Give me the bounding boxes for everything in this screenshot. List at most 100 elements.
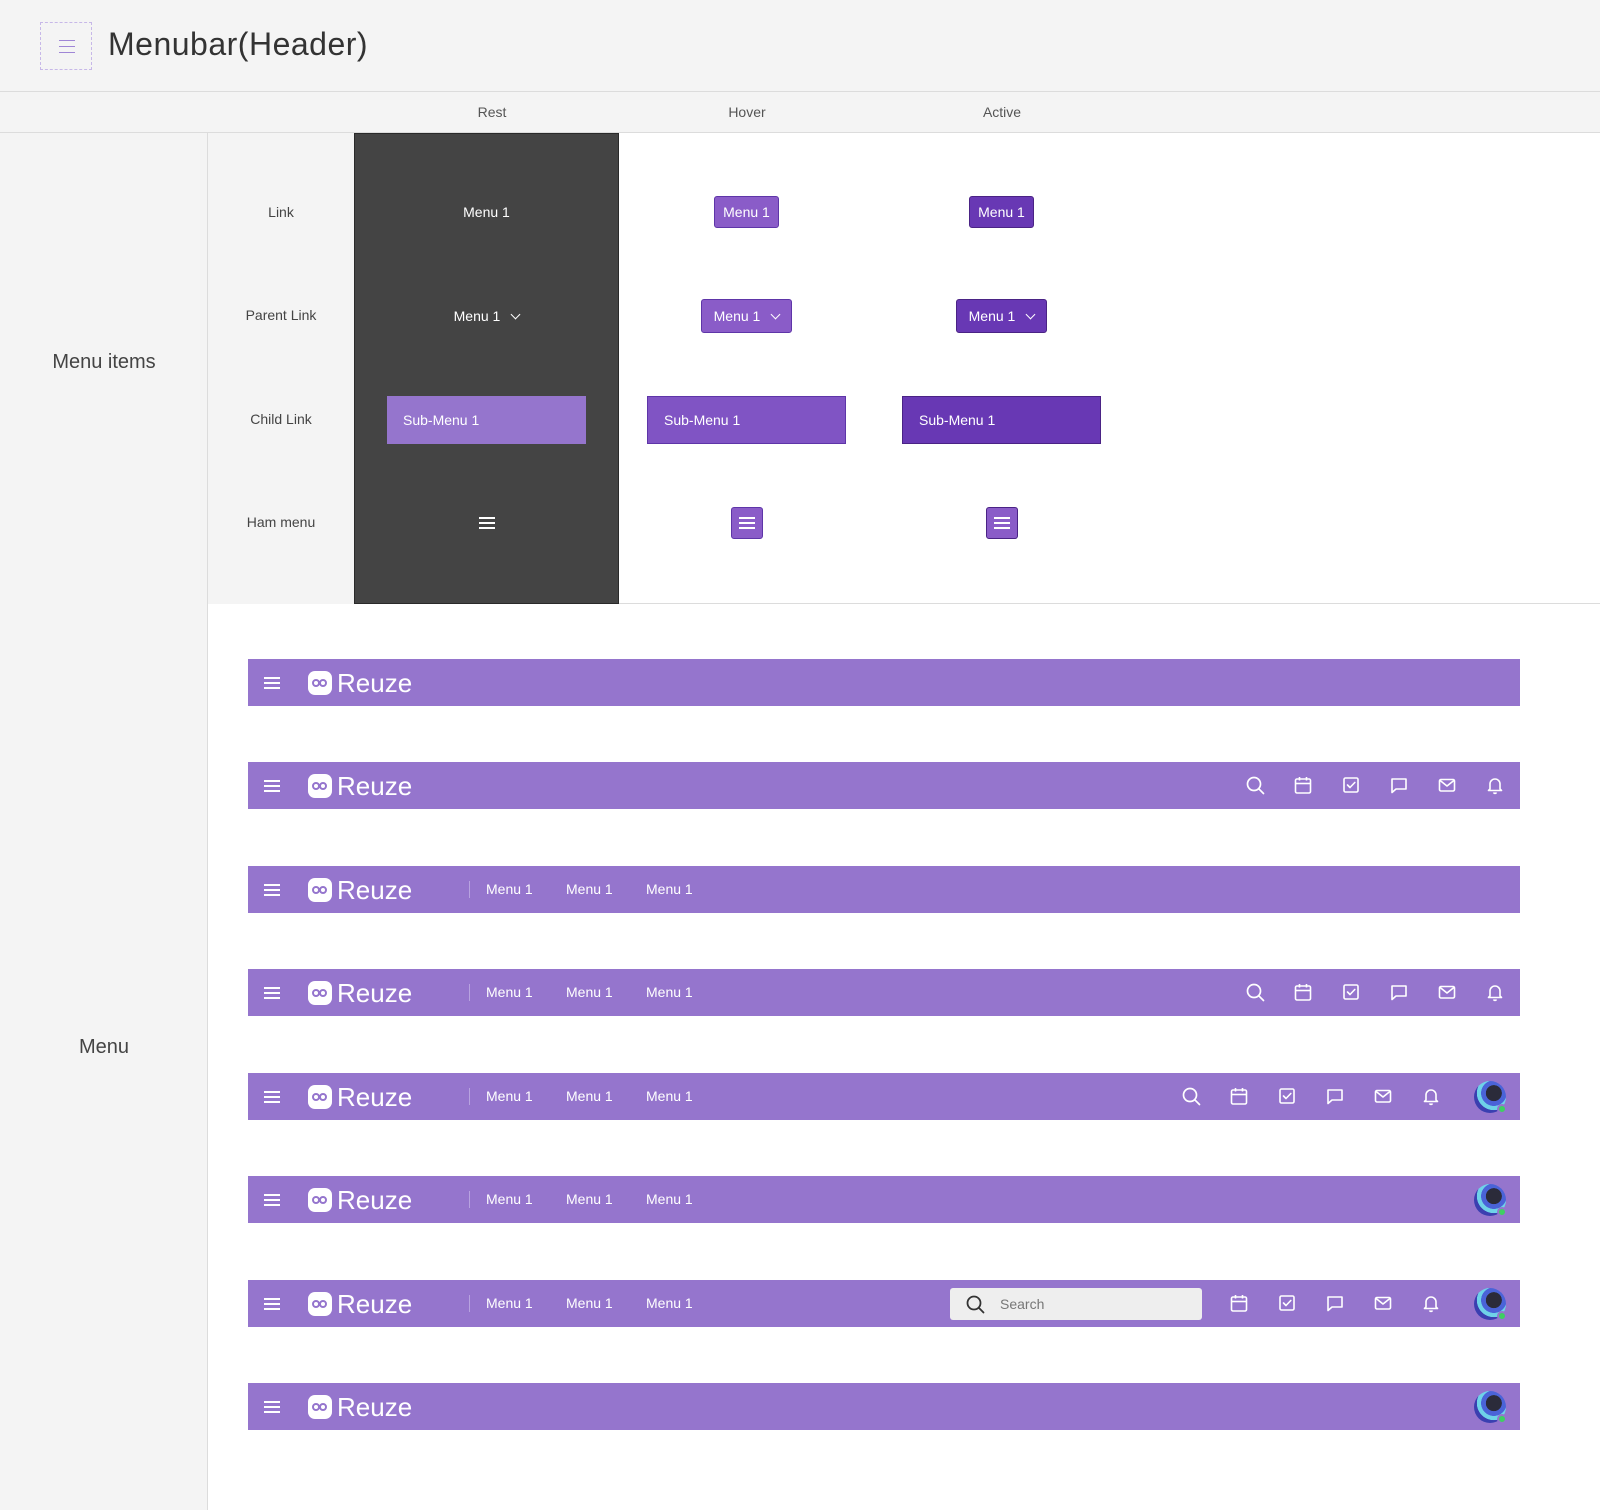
menubar-menu-item[interactable]: Menu 1 xyxy=(486,1191,533,1207)
reuze-logo-icon xyxy=(308,1188,332,1212)
menubar-menu-item[interactable]: Menu 1 xyxy=(486,881,533,897)
mail-icon[interactable] xyxy=(1436,981,1458,1003)
brand-logo[interactable]: Reuze xyxy=(308,773,412,799)
search-icon[interactable] xyxy=(1180,1085,1202,1107)
menubar-hamburger-button[interactable] xyxy=(264,884,280,896)
menubar-menu-item[interactable]: Menu 1 xyxy=(566,1088,613,1104)
menubar-menu-item[interactable]: Menu 1 xyxy=(646,984,693,1000)
brand-logo[interactable]: Reuze xyxy=(308,1394,412,1420)
search-icon xyxy=(966,1295,985,1314)
menubar-menu-item[interactable]: Menu 1 xyxy=(646,1191,693,1207)
menubar-menu-item[interactable]: Menu 1 xyxy=(566,1191,613,1207)
bell-icon[interactable] xyxy=(1484,774,1506,796)
menubar-menu-item[interactable]: Menu 1 xyxy=(566,1295,613,1311)
brand-logo[interactable]: Reuze xyxy=(308,877,412,903)
chat-icon[interactable] xyxy=(1388,981,1410,1003)
menubar-hamburger-button[interactable] xyxy=(264,987,280,999)
brand-logo[interactable]: Reuze xyxy=(308,1291,412,1317)
row-labels: Link Parent Link Child Link Ham menu xyxy=(208,133,354,604)
brand-name: Reuze xyxy=(337,978,413,1008)
brand-logo[interactable]: Reuze xyxy=(308,670,412,696)
task-check-icon[interactable] xyxy=(1276,1292,1298,1314)
menubar-hamburger-button[interactable] xyxy=(264,1298,280,1310)
task-check-icon[interactable] xyxy=(1340,981,1362,1003)
task-check-icon[interactable] xyxy=(1276,1085,1298,1107)
ham-menu-rest[interactable] xyxy=(471,507,503,539)
menubar-divider xyxy=(469,1295,470,1312)
mail-icon[interactable] xyxy=(1372,1292,1394,1314)
brand-name: Reuze xyxy=(337,1392,413,1422)
menubar-hamburger-button[interactable] xyxy=(264,780,280,792)
reuze-logo-icon xyxy=(308,1292,332,1316)
menubar-menu-item[interactable]: Menu 1 xyxy=(646,1088,693,1104)
menubar-menu-item[interactable]: Menu 1 xyxy=(646,881,693,897)
search-input[interactable] xyxy=(1000,1288,1190,1320)
user-avatar[interactable] xyxy=(1474,1391,1507,1424)
menubar-menu-item[interactable]: Menu 1 xyxy=(486,1295,533,1311)
hamburger-icon xyxy=(264,1298,280,1310)
search-icon[interactable] xyxy=(1244,774,1266,796)
menu-label-panel: Menu xyxy=(0,604,208,1510)
state-column-header: Rest Hover Active xyxy=(0,92,1600,133)
online-status-indicator xyxy=(1497,1207,1507,1217)
brand-logo[interactable]: Reuze xyxy=(308,980,412,1006)
menubar-menu-item[interactable]: Menu 1 xyxy=(566,881,613,897)
brand-name: Reuze xyxy=(337,1082,413,1112)
chat-icon[interactable] xyxy=(1324,1292,1346,1314)
calendar-icon[interactable] xyxy=(1292,981,1314,1003)
user-avatar[interactable] xyxy=(1474,1288,1507,1321)
parent-link-active[interactable]: Menu 1 xyxy=(955,299,1048,333)
hamburger-icon xyxy=(264,1091,280,1103)
child-link-active[interactable]: Sub-Menu 1 xyxy=(902,396,1101,444)
brand-logo[interactable]: Reuze xyxy=(308,1187,412,1213)
reuze-logo-icon xyxy=(308,1395,332,1419)
parent-link-label: Menu 1 xyxy=(968,308,1016,324)
brand-name: Reuze xyxy=(337,771,413,801)
menubar-menu-item[interactable]: Menu 1 xyxy=(486,1088,533,1104)
column-active: Active xyxy=(982,104,1022,120)
chevron-down-icon xyxy=(510,309,521,319)
mail-icon[interactable] xyxy=(1372,1085,1394,1107)
calendar-icon[interactable] xyxy=(1228,1292,1250,1314)
link-rest[interactable]: Menu 1 xyxy=(455,196,518,228)
menubar-variant-6: Reuze Menu 1 Menu 1 Menu 1 xyxy=(248,1176,1520,1223)
ham-menu-active[interactable] xyxy=(985,507,1018,539)
ham-menu-hover[interactable] xyxy=(730,507,763,539)
menubar-hamburger-button[interactable] xyxy=(264,677,280,689)
menubar-hamburger-button[interactable] xyxy=(264,1091,280,1103)
brand-name: Reuze xyxy=(337,875,413,905)
menubar-divider xyxy=(469,881,470,898)
user-avatar[interactable] xyxy=(1474,1184,1507,1217)
menubar-divider xyxy=(469,1191,470,1208)
user-avatar[interactable] xyxy=(1474,1081,1507,1114)
reuze-logo-icon xyxy=(308,981,332,1005)
mail-icon[interactable] xyxy=(1436,774,1458,796)
brand-logo[interactable]: Reuze xyxy=(308,1084,412,1110)
menubar-menu-item[interactable]: Menu 1 xyxy=(646,1295,693,1311)
calendar-icon[interactable] xyxy=(1292,774,1314,796)
chevron-down-icon xyxy=(770,309,781,319)
parent-link-rest[interactable]: Menu 1 xyxy=(442,300,532,332)
menubar-hamburger-button[interactable] xyxy=(264,1194,280,1206)
menubar-component-icon xyxy=(40,22,92,70)
bell-icon[interactable] xyxy=(1484,981,1506,1003)
child-link-hover[interactable]: Sub-Menu 1 xyxy=(647,396,846,444)
link-hover[interactable]: Menu 1 xyxy=(714,196,779,228)
search-field[interactable] xyxy=(950,1288,1202,1320)
online-status-indicator xyxy=(1497,1311,1507,1321)
chat-icon[interactable] xyxy=(1388,774,1410,796)
menubar-menu-item[interactable]: Menu 1 xyxy=(486,984,533,1000)
bell-icon[interactable] xyxy=(1420,1292,1442,1314)
chevron-down-icon xyxy=(1025,309,1036,319)
bell-icon[interactable] xyxy=(1420,1085,1442,1107)
reuze-logo-icon xyxy=(308,1085,332,1109)
menubar-hamburger-button[interactable] xyxy=(264,1401,280,1413)
child-link-rest[interactable]: Sub-Menu 1 xyxy=(387,396,586,444)
chat-icon[interactable] xyxy=(1324,1085,1346,1107)
parent-link-hover[interactable]: Menu 1 xyxy=(700,299,793,333)
menubar-menu-item[interactable]: Menu 1 xyxy=(566,984,613,1000)
task-check-icon[interactable] xyxy=(1340,774,1362,796)
search-icon[interactable] xyxy=(1244,981,1266,1003)
calendar-icon[interactable] xyxy=(1228,1085,1250,1107)
link-active[interactable]: Menu 1 xyxy=(969,196,1034,228)
